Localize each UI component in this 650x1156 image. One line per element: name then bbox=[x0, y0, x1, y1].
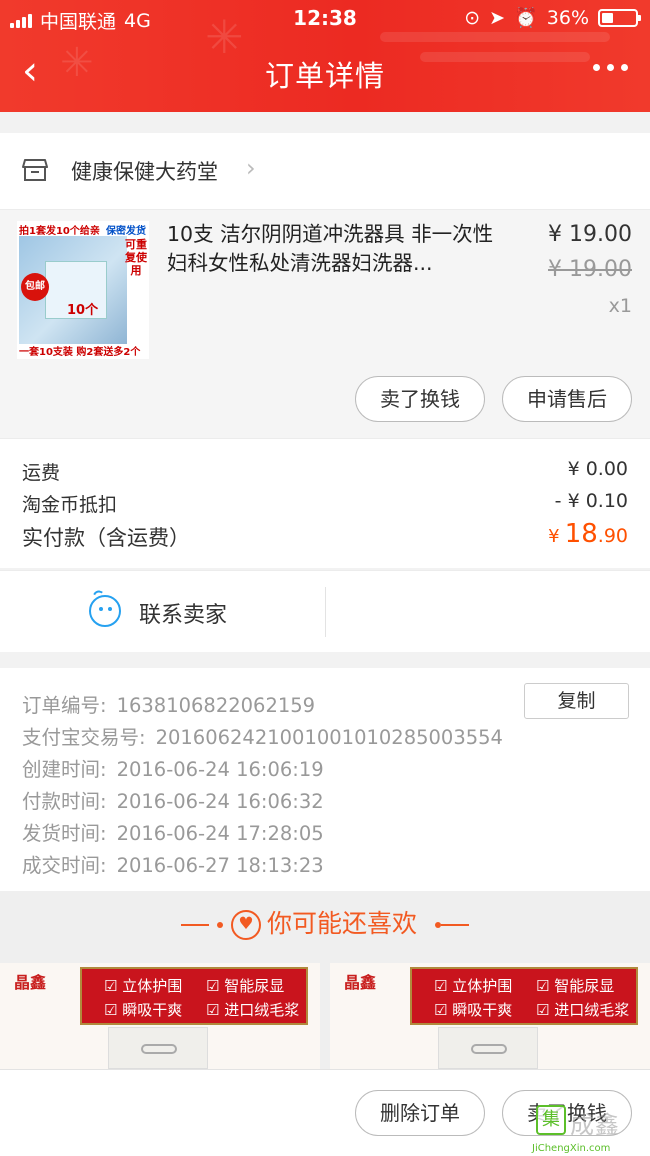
store-icon bbox=[22, 159, 48, 181]
product-price: ¥ 19.00 bbox=[548, 222, 632, 247]
thumb-text: 一套10支装 购2套送多2个 bbox=[19, 347, 141, 358]
coin-deduction-value: - ¥ 0.10 bbox=[554, 490, 628, 512]
feature-text: 智能尿显 bbox=[554, 977, 615, 995]
info-value: 2016062421001001010285003554 bbox=[155, 726, 503, 749]
recommend-card[interactable]: 晶鑫 ☑ 立体护围 ☑ 智能尿显 ☑ 瞬吸干爽 ☑ 进口绒毛浆 bbox=[0, 963, 320, 1069]
info-value: 2016-06-27 18:13:23 bbox=[116, 854, 324, 877]
created-time-row: 创建时间: 2016-06-24 16:06:19 bbox=[22, 753, 324, 782]
thumb-text: 保密发货 bbox=[106, 226, 146, 237]
feature-text: 进口绒毛浆 bbox=[554, 1001, 630, 1019]
info-label: 发货时间: bbox=[22, 822, 107, 845]
recommend-section: ♥ 你可能还喜欢 晶鑫 ☑ 立体护围 ☑ 智能尿显 ☑ 瞬吸干爽 ☑ 进口绒毛浆 … bbox=[0, 891, 650, 1069]
feature-banner: ☑ 立体护围 ☑ 智能尿显 ☑ 瞬吸干爽 ☑ 进口绒毛浆 bbox=[80, 967, 308, 1025]
product-title[interactable]: 10支 洁尔阴阴道冲洗器具 非一次性妇科女性私处清洗器妇洗器... bbox=[167, 220, 507, 278]
paid-amount-label: 实付款（含运费） bbox=[22, 526, 190, 550]
info-value: 2016-06-24 16:06:19 bbox=[116, 758, 324, 781]
coin-deduction-label: 淘金币抵扣 bbox=[22, 494, 118, 516]
watermark-logo: 集 bbox=[536, 1105, 566, 1135]
currency-symbol: ¥ bbox=[548, 526, 560, 547]
recommend-title: 你可能还喜欢 bbox=[266, 909, 417, 938]
feature-text: 立体护围 bbox=[452, 977, 513, 995]
decor-line bbox=[440, 924, 469, 926]
watermark: 集 成鑫 JiChengXin.com bbox=[532, 1105, 650, 1156]
chevron-right-icon: › bbox=[246, 154, 256, 182]
header: ✳ ✳ 中国联通 4G 12:38 ⊙ ➤ ⏰ 36% ‹ 订单详情 bbox=[0, 0, 650, 112]
paid-time-row: 付款时间: 2016-06-24 16:06:32 bbox=[22, 785, 324, 814]
completed-time-row: 成交时间: 2016-06-27 18:13:23 bbox=[22, 849, 324, 878]
watermark-url: JiChengXin.com bbox=[532, 1143, 611, 1154]
product-thumbnail[interactable]: 拍1套发10个给亲 保密发货 包邮 10个 可重复使用 一套10支装 购2套送多… bbox=[17, 221, 149, 359]
info-value: 2016-06-24 17:28:05 bbox=[116, 822, 324, 845]
shop-row[interactable]: 健康保健大药堂 › bbox=[0, 133, 650, 210]
thumb-text: 拍1套发10个给亲 bbox=[19, 226, 100, 237]
thumb-text: 可重复使用 bbox=[125, 238, 147, 277]
contact-seller-icon[interactable] bbox=[89, 588, 121, 627]
feature-text: 瞬吸干爽 bbox=[452, 1001, 513, 1019]
decor-line bbox=[181, 924, 210, 926]
decor-dot bbox=[217, 922, 224, 928]
brand-logo: 晶鑫 bbox=[14, 973, 47, 992]
watermark-text: 成鑫 bbox=[570, 1111, 620, 1139]
feature-text: 立体护围 bbox=[122, 977, 183, 995]
feature-text: 进口绒毛浆 bbox=[224, 1001, 300, 1019]
heart-icon: ♥ bbox=[230, 910, 261, 940]
contact-bar: 联系卖家 bbox=[0, 570, 650, 652]
thumb-text: 10个 bbox=[67, 303, 99, 318]
product-item[interactable]: 拍1套发10个给亲 保密发货 包邮 10个 可重复使用 一套10支装 购2套送多… bbox=[0, 210, 650, 438]
recommend-heading: ♥ 你可能还喜欢 bbox=[0, 904, 650, 940]
shop-name: 健康保健大药堂 bbox=[71, 160, 218, 184]
divider bbox=[325, 587, 326, 637]
free-shipping-badge: 包邮 bbox=[21, 273, 49, 301]
nav-bar: ‹ 订单详情 bbox=[0, 36, 650, 112]
brand-logo: 晶鑫 bbox=[344, 973, 377, 992]
battery-percent: 36% bbox=[546, 6, 589, 29]
alarm-icon: ⏰ bbox=[514, 7, 538, 29]
status-bar: 中国联通 4G 12:38 ⊙ ➤ ⏰ 36% bbox=[0, 0, 650, 36]
order-number-row: 订单编号: 1638106822062159 bbox=[22, 689, 315, 718]
product-image bbox=[438, 1027, 538, 1069]
paid-integer: 18 bbox=[564, 519, 598, 549]
info-value: 2016-06-24 16:06:32 bbox=[116, 790, 324, 813]
rotation-lock-icon: ⊙ bbox=[464, 6, 481, 29]
shipping-value: ¥ 0.00 bbox=[567, 458, 628, 480]
info-label: 订单编号: bbox=[22, 694, 107, 717]
copy-button[interactable]: 复制 bbox=[524, 683, 629, 719]
sell-for-cash-button[interactable]: 卖了换钱 bbox=[355, 376, 485, 422]
feature-banner: ☑ 立体护围 ☑ 智能尿显 ☑ 瞬吸干爽 ☑ 进口绒毛浆 bbox=[410, 967, 638, 1025]
info-value: 1638106822062159 bbox=[116, 694, 316, 717]
delete-order-button[interactable]: 删除订单 bbox=[355, 1090, 485, 1136]
page-title: 订单详情 bbox=[264, 59, 385, 93]
contact-seller-button[interactable]: 联系卖家 bbox=[139, 597, 227, 629]
apply-after-sale-button[interactable]: 申请售后 bbox=[502, 376, 632, 422]
info-label: 支付宝交易号: bbox=[22, 726, 146, 749]
recommend-card[interactable]: 晶鑫 ☑ 立体护围 ☑ 智能尿显 ☑ 瞬吸干爽 ☑ 进口绒毛浆 bbox=[330, 963, 650, 1069]
shipping-label: 运费 bbox=[22, 462, 61, 484]
product-quantity: x1 bbox=[608, 295, 632, 317]
order-info: 复制 订单编号: 1638106822062159 支付宝交易号: 20160624… bbox=[0, 668, 650, 891]
location-icon: ➤ bbox=[489, 6, 506, 29]
alipay-number-row: 支付宝交易号: 2016062421001001010285003554 bbox=[22, 721, 503, 750]
info-label: 付款时间: bbox=[22, 790, 107, 813]
paid-decimal: .90 bbox=[597, 525, 628, 547]
battery-icon bbox=[598, 8, 641, 27]
info-label: 创建时间: bbox=[22, 758, 107, 781]
fee-summary: 运费 ¥ 0.00 淘金币抵扣 - ¥ 0.10 实付款（含运费） ¥ 18.9… bbox=[0, 438, 650, 568]
feature-text: 智能尿显 bbox=[224, 977, 285, 995]
info-label: 成交时间: bbox=[22, 854, 107, 877]
product-image bbox=[108, 1027, 208, 1069]
more-icon[interactable] bbox=[593, 64, 628, 71]
original-price: ¥ 19.00 bbox=[548, 257, 632, 282]
feature-text: 瞬吸干爽 bbox=[122, 1001, 183, 1019]
shipped-time-row: 发货时间: 2016-06-24 17:28:05 bbox=[22, 817, 324, 846]
paid-amount-value: ¥ 18.90 bbox=[548, 519, 628, 549]
